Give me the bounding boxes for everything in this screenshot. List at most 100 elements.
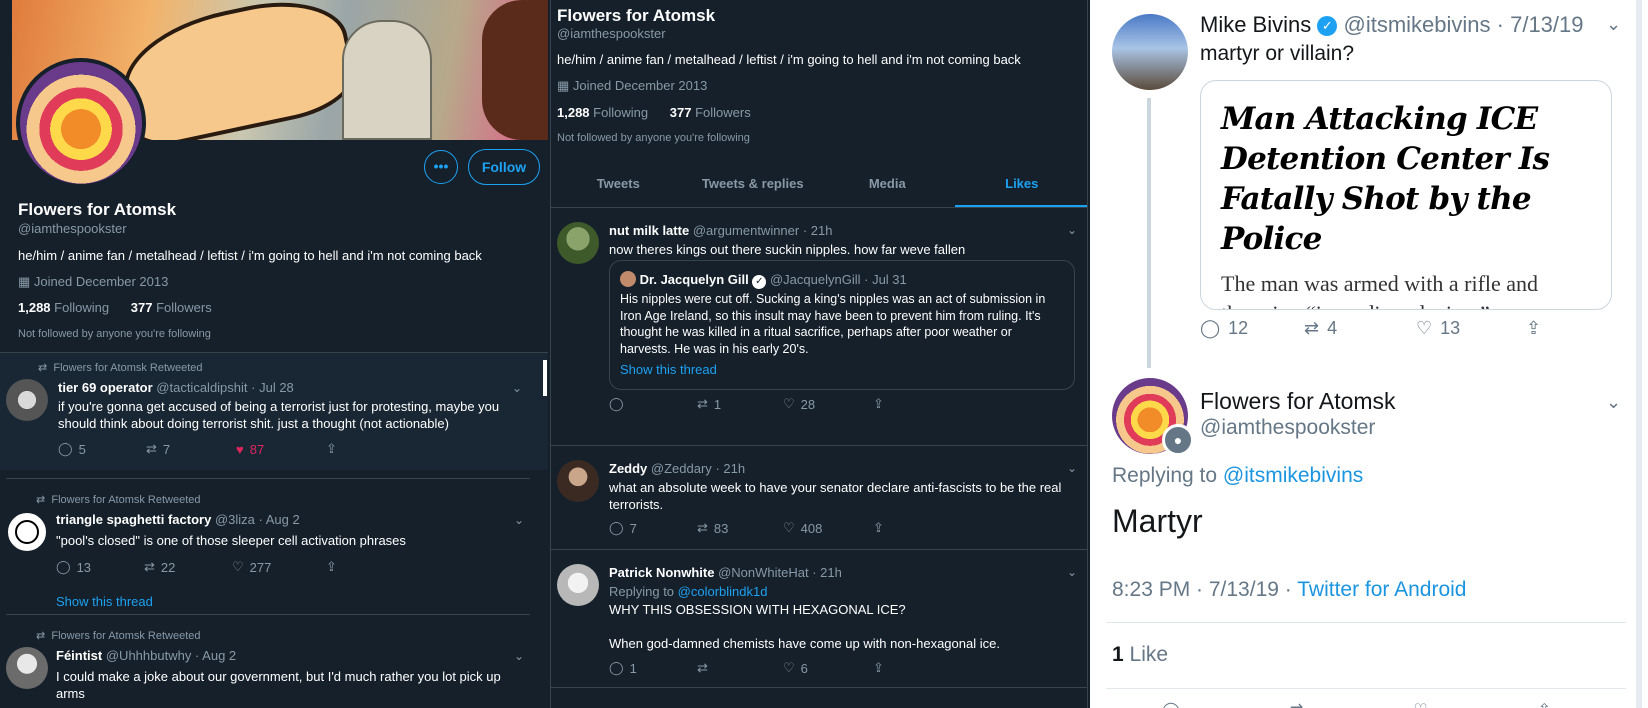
tab-likes[interactable]: Likes: [954, 164, 1087, 207]
replying-to-handle[interactable]: @itsmikebivins: [1223, 464, 1363, 487]
quoted-tweet[interactable]: Dr. Jacquelyn Gill ✓ @JacquelynGill · Ju…: [609, 260, 1075, 390]
retweet-button[interactable]: ⇄ 83: [697, 520, 783, 536]
replying-to-handle[interactable]: @colorblindk1d: [678, 584, 768, 599]
author-handle[interactable]: @Zeddary: [651, 461, 712, 476]
like-button[interactable]: ♡ 28: [783, 396, 873, 412]
author-name[interactable]: triangle spaghetti factory: [56, 512, 211, 527]
chevron-down-icon[interactable]: ⌄: [514, 649, 524, 663]
author-name[interactable]: Patrick Nonwhite: [609, 565, 714, 580]
author-name[interactable]: Mike Bivins: [1200, 12, 1311, 37]
scrollbar-thumb[interactable]: [543, 360, 547, 396]
share-button[interactable]: ⇪: [873, 520, 884, 536]
author-handle[interactable]: @itsmikebivins: [1344, 12, 1491, 37]
reply-icon[interactable]: ◯: [1162, 700, 1180, 708]
author-handle[interactable]: @tacticaldipshit: [156, 380, 247, 395]
tweet-date[interactable]: · 21h: [715, 461, 745, 476]
tweet-date[interactable]: · 21h: [803, 223, 833, 238]
heart-icon[interactable]: ♡: [1413, 700, 1427, 708]
author-name[interactable]: Zeddy: [609, 461, 647, 476]
tweet-time[interactable]: 8:23 PM · 7/13/19 ·: [1112, 578, 1292, 601]
tweet[interactable]: ⇄ Flowers for Atomsk Retweeted tier 69 o…: [0, 352, 548, 470]
tweet[interactable]: Patrick Nonwhite @NonWhiteHat · 21h ⌄ Re…: [551, 550, 1087, 688]
tweet[interactable]: Zeddy @Zeddary · 21h ⌄ what an absolute …: [551, 446, 1087, 550]
like-button[interactable]: ♡ 6: [783, 660, 873, 676]
avatar[interactable]: [6, 647, 48, 689]
share-button[interactable]: ⇪: [326, 559, 337, 575]
tab-tweets-replies[interactable]: Tweets & replies: [686, 164, 821, 207]
retweet-icon[interactable]: ⇄: [1290, 700, 1303, 708]
following-link[interactable]: 1,288 Following: [18, 300, 109, 315]
tweet-date[interactable]: · Aug 2: [259, 512, 300, 527]
more-options-button[interactable]: •••: [424, 150, 458, 184]
chevron-down-icon[interactable]: ⌄: [512, 381, 522, 395]
tweet-source-link[interactable]: Twitter for Android: [1297, 578, 1466, 601]
chevron-down-icon[interactable]: ⌄: [1067, 223, 1077, 237]
likes-summary[interactable]: 1 Like: [1112, 643, 1168, 667]
profile-avatar[interactable]: [16, 58, 146, 188]
tweet-date[interactable]: · 7/13/19: [1497, 12, 1584, 37]
avatar[interactable]: [6, 379, 48, 421]
author-handle[interactable]: @Uhhhbutwhy: [106, 648, 191, 663]
quoted-author-name[interactable]: Dr. Jacquelyn Gill: [640, 272, 749, 287]
tweet[interactable]: ⇄ Flowers for Atomsk Retweeted Féintist …: [6, 614, 530, 708]
quoted-author-handle[interactable]: @JacquelynGill: [770, 272, 861, 287]
reply-button[interactable]: ◯ 13: [56, 559, 144, 575]
tweet-date[interactable]: · Jul 28: [251, 380, 294, 395]
chevron-down-icon[interactable]: ⌄: [1067, 565, 1077, 579]
share-button[interactable]: ⇪: [1526, 318, 1541, 339]
like-button[interactable]: ♥ 87: [236, 441, 326, 457]
follow-button[interactable]: Follow: [468, 149, 540, 185]
retweet-button[interactable]: ⇄ 22: [144, 559, 232, 575]
author-handle[interactable]: @3liza: [215, 512, 255, 527]
chevron-down-icon[interactable]: ⌄: [514, 513, 524, 527]
reply-author-handle[interactable]: @iamthespookster: [1200, 416, 1375, 440]
author-name[interactable]: Féintist: [56, 648, 102, 663]
avatar[interactable]: [557, 564, 599, 606]
show-thread-link[interactable]: Show this thread: [620, 361, 717, 378]
screenshot-collage: ••• Follow Flowers for Atomsk @iamthespo…: [0, 0, 1648, 708]
following-link[interactable]: 1,288 Following: [557, 105, 648, 120]
reply-button[interactable]: ◯ 1: [609, 660, 697, 676]
like-button[interactable]: ♡ 408: [783, 520, 873, 536]
like-button[interactable]: ♡ 13: [1416, 318, 1526, 339]
retweet-button[interactable]: ⇄: [697, 660, 783, 676]
reply-button[interactable]: ◯ 5: [58, 441, 146, 457]
share-button[interactable]: ⇪: [873, 660, 884, 676]
tweet-text: "pool's closed" is one of those sleeper …: [56, 533, 406, 548]
quoted-tweet-date[interactable]: · Jul 31: [864, 272, 907, 287]
avatar[interactable]: [557, 460, 599, 502]
retweet-button[interactable]: ⇄ 1: [697, 396, 783, 412]
tweet-date[interactable]: · 21h: [812, 565, 842, 580]
retweet-button[interactable]: ⇄ 7: [146, 441, 236, 457]
reply-button[interactable]: ◯ 12: [1200, 318, 1304, 339]
tab-media[interactable]: Media: [820, 164, 955, 207]
avatar[interactable]: [557, 222, 599, 264]
author-handle[interactable]: @argumentwinner: [693, 223, 799, 238]
tweet[interactable]: nut milk latte @argumentwinner · 21h ⌄ n…: [551, 210, 1087, 446]
tab-tweets[interactable]: Tweets: [551, 164, 686, 207]
author-handle[interactable]: @NonWhiteHat: [718, 565, 809, 580]
followers-link[interactable]: 377 Followers: [131, 300, 212, 315]
author-name[interactable]: nut milk latte: [609, 223, 689, 238]
show-thread-link[interactable]: Show this thread: [56, 593, 153, 610]
reply-button[interactable]: ◯ 7: [609, 520, 697, 536]
user-follow-icon[interactable]: ●: [1162, 424, 1194, 456]
reply-button[interactable]: ◯: [609, 396, 697, 412]
share-button[interactable]: ⇪: [326, 441, 337, 457]
share-icon[interactable]: ⇪: [1538, 700, 1551, 708]
tweet[interactable]: ⇄ Flowers for Atomsk Retweeted triangle …: [6, 478, 530, 614]
share-button[interactable]: ⇪: [873, 396, 884, 412]
avatar[interactable]: [6, 511, 48, 553]
scrollbar[interactable]: [1636, 0, 1642, 708]
link-card[interactable]: Man Attacking ICE Detention Center Is Fa…: [1200, 80, 1612, 310]
chevron-down-icon[interactable]: ⌄: [1067, 461, 1077, 475]
reply-author-name[interactable]: Flowers for Atomsk: [1200, 388, 1396, 415]
avatar[interactable]: [1112, 14, 1188, 90]
like-button[interactable]: ♡ 277: [232, 559, 326, 575]
followers-link[interactable]: 377 Followers: [670, 105, 751, 120]
chevron-down-icon[interactable]: ⌄: [1606, 392, 1621, 413]
chevron-down-icon[interactable]: ⌄: [1606, 14, 1621, 35]
retweet-button[interactable]: ⇄ 4: [1304, 318, 1416, 339]
author-name[interactable]: tier 69 operator: [58, 380, 153, 395]
tweet-date[interactable]: · Aug 2: [195, 648, 236, 663]
